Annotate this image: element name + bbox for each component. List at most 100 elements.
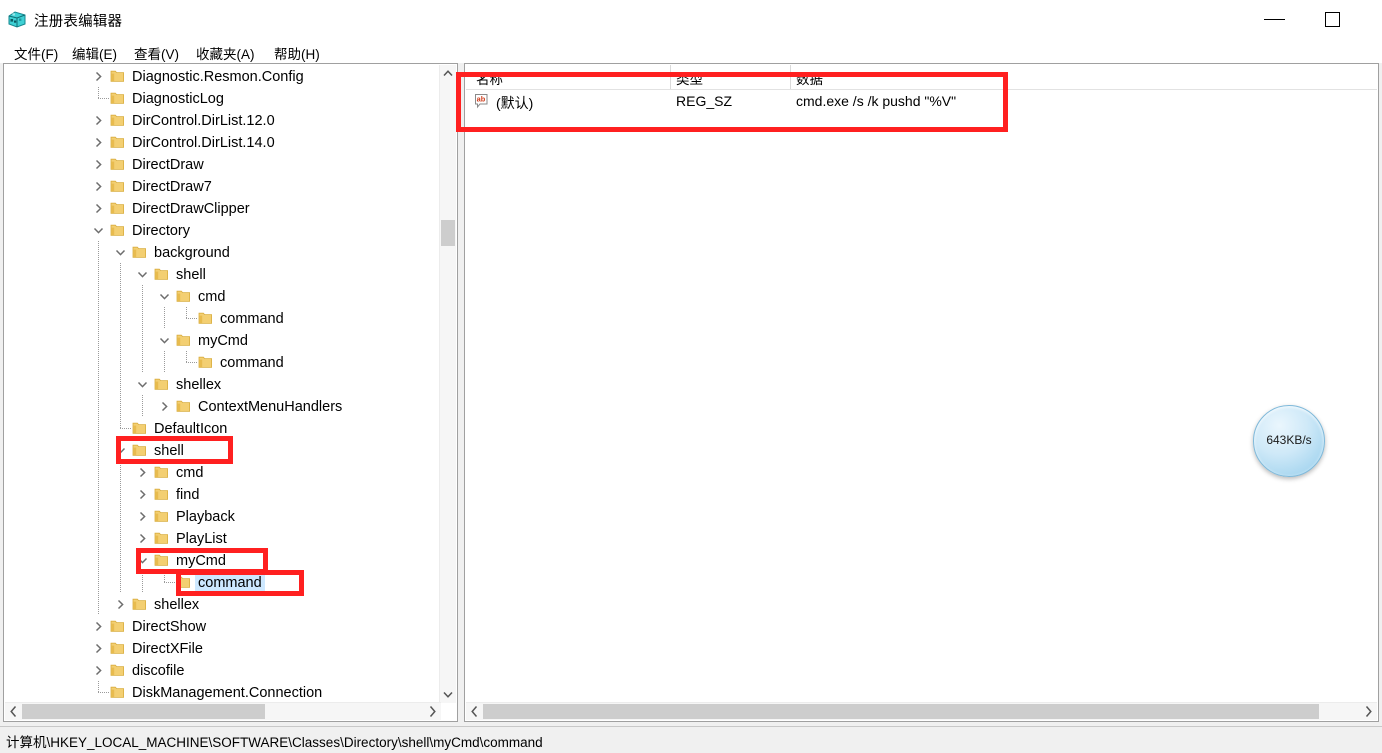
tree-item-diskmanagement-connection[interactable]: DiskManagement.Connection — [4, 681, 440, 703]
chevron-right-icon[interactable] — [136, 466, 149, 479]
chevron-down-icon[interactable] — [114, 246, 127, 259]
maximize-button[interactable] — [1312, 0, 1358, 38]
menu-item-1[interactable]: 编辑(E) — [68, 41, 121, 65]
tree-guide-line — [98, 241, 99, 263]
tree-item-shellex[interactable]: shellex — [4, 593, 440, 615]
chevron-down-icon[interactable] — [92, 224, 105, 237]
tree-guide-line — [120, 483, 121, 505]
tree-item-directdrawclipper[interactable]: DirectDrawClipper — [4, 197, 440, 219]
tree-guide-line — [98, 285, 99, 307]
chevron-down-icon[interactable] — [158, 334, 171, 347]
tree-guide-line — [142, 329, 143, 351]
tree-guide-line — [120, 571, 121, 593]
tree-item-label: DiagnosticLog — [132, 91, 224, 107]
chevron-right-icon[interactable] — [114, 598, 127, 611]
scroll-left-icon[interactable] — [5, 703, 22, 720]
chevron-right-icon[interactable] — [92, 202, 105, 215]
tree-guide-line — [98, 87, 99, 98]
chevron-right-icon[interactable] — [92, 158, 105, 171]
tree-guide-line — [98, 593, 99, 615]
tree-item-directdraw7[interactable]: DirectDraw7 — [4, 175, 440, 197]
scroll-right-icon[interactable] — [424, 703, 441, 720]
chevron-down-icon[interactable] — [136, 378, 149, 391]
tree-item-diagnostic-resmon-config[interactable]: Diagnostic.Resmon.Config — [4, 65, 440, 87]
chevron-right-icon[interactable] — [136, 488, 149, 501]
folder-icon — [154, 267, 169, 281]
chevron-right-icon[interactable] — [158, 400, 171, 413]
pane-splitter[interactable] — [458, 63, 463, 722]
menu-item-3[interactable]: 收藏夹(A) — [192, 41, 259, 65]
scroll-left-icon[interactable] — [466, 703, 483, 720]
tree-item-dircontrol-dirlist-14-0[interactable]: DirControl.DirList.14.0 — [4, 131, 440, 153]
tree-item-directxfile[interactable]: DirectXFile — [4, 637, 440, 659]
tree-item-label: shellex — [154, 597, 200, 613]
chevron-right-icon[interactable] — [92, 114, 105, 127]
chevron-right-icon[interactable] — [92, 642, 105, 655]
chevron-right-icon[interactable] — [92, 70, 105, 83]
chevron-right-icon[interactable] — [92, 664, 105, 677]
scroll-right-icon[interactable] — [1360, 703, 1377, 720]
minimize-button[interactable] — [1252, 0, 1298, 38]
registry-tree-pane: Diagnostic.Resmon.Config DiagnosticLog Dir… — [3, 63, 458, 722]
tree-item-dircontrol-dirlist-12-0[interactable]: DirControl.DirList.12.0 — [4, 109, 440, 131]
chevron-right-icon[interactable] — [92, 180, 105, 193]
folder-icon — [154, 465, 169, 479]
chevron-right-icon[interactable] — [92, 620, 105, 633]
tree-item-cmd[interactable]: cmd — [4, 461, 440, 483]
tree-hscroll-thumb[interactable] — [22, 704, 265, 719]
folder-icon — [110, 223, 125, 237]
tree-item-directory[interactable]: Directory — [4, 219, 440, 241]
tree-guide-line — [164, 582, 175, 583]
tree-guide-line — [98, 439, 99, 461]
folder-icon — [176, 333, 191, 347]
tree-item-command[interactable]: command — [4, 307, 440, 329]
tree-item-playlist[interactable]: PlayList — [4, 527, 440, 549]
tree-item-playback[interactable]: Playback — [4, 505, 440, 527]
chevron-right-icon[interactable] — [92, 136, 105, 149]
tree-item-label: background — [154, 245, 230, 261]
tree-guide-line — [120, 395, 121, 417]
chevron-down-icon[interactable] — [158, 290, 171, 303]
tree-item-label: DirectDrawClipper — [132, 201, 250, 217]
tree-item-label: DirectDraw7 — [132, 179, 212, 195]
tree-item-cmd[interactable]: cmd — [4, 285, 440, 307]
scroll-down-icon[interactable] — [440, 686, 456, 703]
status-bar: 计算机\HKEY_LOCAL_MACHINE\SOFTWARE\Classes\… — [0, 726, 1382, 753]
menu-item-2[interactable]: 查看(V) — [130, 41, 183, 65]
network-speed-float[interactable]: 643KB/s — [1253, 405, 1325, 477]
chevron-right-icon[interactable] — [136, 532, 149, 545]
tree-guide-line — [120, 329, 121, 351]
folder-icon — [154, 509, 169, 523]
tree-scroll-thumb[interactable] — [441, 220, 455, 246]
tree-horizontal-scrollbar[interactable] — [5, 702, 441, 720]
tree-item-contextmenuhandlers[interactable]: ContextMenuHandlers — [4, 395, 440, 417]
tree-item-label: shellex — [176, 377, 222, 393]
folder-icon — [176, 289, 191, 303]
registry-tree[interactable]: Diagnostic.Resmon.Config DiagnosticLog Dir… — [4, 64, 440, 703]
tree-guide-line — [120, 373, 121, 395]
tree-item-directshow[interactable]: DirectShow — [4, 615, 440, 637]
folder-icon — [110, 641, 125, 655]
tree-item-directdraw[interactable]: DirectDraw — [4, 153, 440, 175]
tree-item-mycmd[interactable]: myCmd — [4, 329, 440, 351]
folder-icon — [110, 179, 125, 193]
menu-item-4[interactable]: 帮助(H) — [270, 41, 324, 65]
chevron-right-icon[interactable] — [136, 510, 149, 523]
tree-guide-line — [120, 263, 121, 285]
maximize-icon — [1325, 12, 1340, 27]
folder-icon — [110, 135, 125, 149]
tree-item-diagnosticlog[interactable]: DiagnosticLog — [4, 87, 440, 109]
tree-vertical-scrollbar[interactable] — [439, 65, 456, 703]
tree-item-command[interactable]: command — [4, 351, 440, 373]
scroll-up-icon[interactable] — [440, 65, 456, 82]
tree-item-background[interactable]: background — [4, 241, 440, 263]
tree-item-shell[interactable]: shell — [4, 263, 440, 285]
values-hscroll-thumb[interactable] — [483, 704, 1319, 719]
tree-guide-line — [98, 98, 109, 99]
values-horizontal-scrollbar[interactable] — [466, 702, 1377, 720]
tree-item-find[interactable]: find — [4, 483, 440, 505]
tree-item-discofile[interactable]: discofile — [4, 659, 440, 681]
chevron-down-icon[interactable] — [136, 268, 149, 281]
tree-item-shellex[interactable]: shellex — [4, 373, 440, 395]
menu-item-0[interactable]: 文件(F) — [10, 41, 62, 65]
